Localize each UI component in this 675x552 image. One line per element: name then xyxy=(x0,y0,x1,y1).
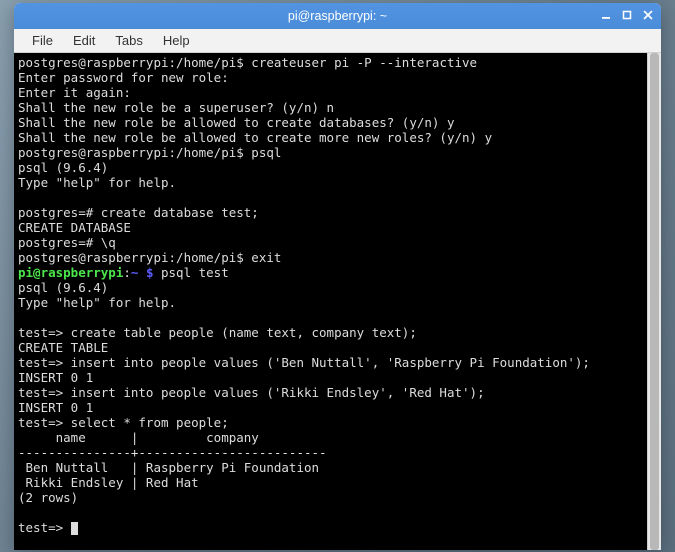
close-icon xyxy=(643,10,653,20)
terminal-area-wrap: postgres@raspberrypi:/home/pi$ createuse… xyxy=(14,53,661,550)
term-line: pi@raspberrypi:~ $ psql test xyxy=(18,265,229,280)
term-line: (2 rows) xyxy=(18,490,78,505)
menu-help[interactable]: Help xyxy=(153,30,200,51)
minimize-icon xyxy=(601,10,611,20)
menubar: File Edit Tabs Help xyxy=(14,29,661,53)
term-line: name | company xyxy=(18,430,259,445)
terminal-window: pi@raspberrypi: ~ File Edit Tabs Help po… xyxy=(14,3,661,550)
term-line: Type "help" for help. xyxy=(18,295,176,310)
term-line: ---------------+------------------------… xyxy=(18,445,327,460)
maximize-button[interactable] xyxy=(618,6,636,24)
scrollbar[interactable] xyxy=(647,53,661,550)
term-line: Type "help" for help. xyxy=(18,175,176,190)
term-line: INSERT 0 1 xyxy=(18,370,93,385)
term-line: Ben Nuttall | Raspberry Pi Foundation xyxy=(18,460,319,475)
term-line: test=> create table people (name text, c… xyxy=(18,325,417,340)
window-controls xyxy=(597,6,657,24)
term-line: test=> select * from people; xyxy=(18,415,229,430)
menu-edit[interactable]: Edit xyxy=(63,30,105,51)
term-line: test=> insert into people values ('Ben N… xyxy=(18,355,590,370)
term-line: Rikki Endsley | Red Hat xyxy=(18,475,199,490)
term-line: postgres=# \q xyxy=(18,235,116,250)
terminal-area[interactable]: postgres@raspberrypi:/home/pi$ createuse… xyxy=(14,53,647,550)
term-line: Enter password for new role: xyxy=(18,70,229,85)
term-line: postgres@raspberrypi:/home/pi$ exit xyxy=(18,250,281,265)
prompt-path: ~ $ xyxy=(131,265,154,280)
minimize-button[interactable] xyxy=(597,6,615,24)
term-line: CREATE DATABASE xyxy=(18,220,131,235)
menu-tabs[interactable]: Tabs xyxy=(105,30,152,51)
term-line: CREATE TABLE xyxy=(18,340,108,355)
titlebar[interactable]: pi@raspberrypi: ~ xyxy=(14,3,661,29)
prompt-user: pi@raspberrypi xyxy=(18,265,123,280)
term-line: psql (9.6.4) xyxy=(18,160,108,175)
term-line: Shall the new role be allowed to create … xyxy=(18,115,455,130)
term-line: test=> xyxy=(18,520,78,535)
term-line: Shall the new role be allowed to create … xyxy=(18,130,492,145)
close-button[interactable] xyxy=(639,6,657,24)
term-line: psql (9.6.4) xyxy=(18,280,108,295)
term-line: postgres@raspberrypi:/home/pi$ psql xyxy=(18,145,281,160)
term-line: INSERT 0 1 xyxy=(18,400,93,415)
menu-file[interactable]: File xyxy=(22,30,63,51)
term-line: Enter it again: xyxy=(18,85,131,100)
term-line: test=> insert into people values ('Rikki… xyxy=(18,385,485,400)
maximize-icon xyxy=(622,10,632,20)
term-line: Shall the new role be a superuser? (y/n)… xyxy=(18,100,334,115)
term-line: postgres@raspberrypi:/home/pi$ createuse… xyxy=(18,55,477,70)
window-title: pi@raspberrypi: ~ xyxy=(20,9,655,23)
scrollbar-thumb[interactable] xyxy=(650,53,659,550)
term-line: postgres=# create database test; xyxy=(18,205,259,220)
terminal-cursor xyxy=(71,522,79,535)
